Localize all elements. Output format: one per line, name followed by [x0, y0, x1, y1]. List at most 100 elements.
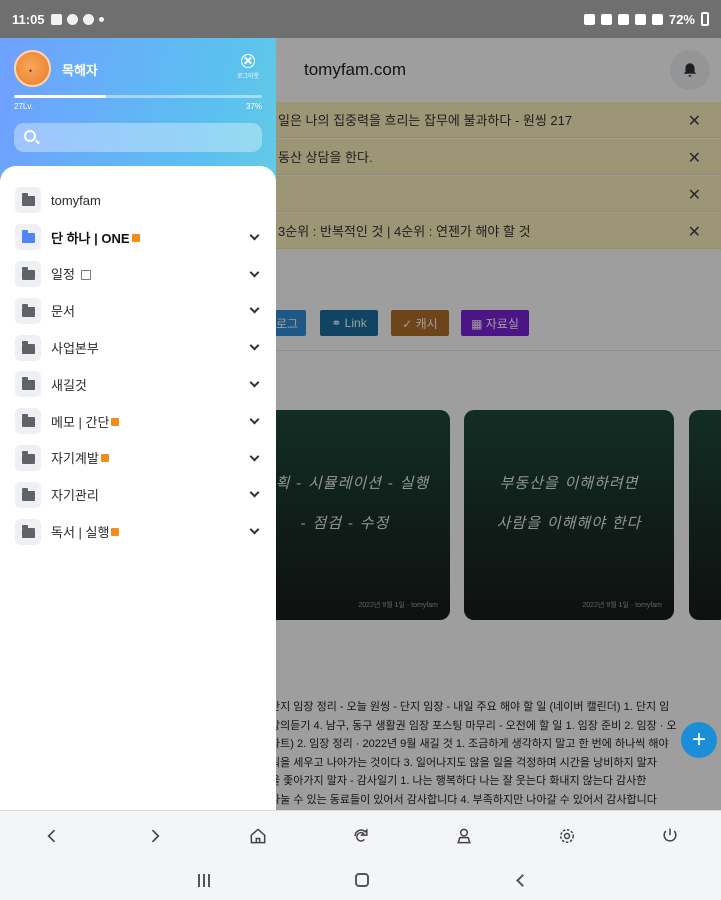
notice-close-button[interactable]: ✕	[688, 111, 701, 131]
drawer-menu-label: 새길것	[51, 375, 87, 394]
folder-icon	[21, 524, 35, 538]
folder-icon	[21, 303, 35, 317]
notice-close-button[interactable]: ✕	[688, 222, 701, 242]
recents-button[interactable]	[194, 870, 214, 890]
settings-icon	[560, 829, 574, 843]
drawer-menu-label: 단 하나 | ONE	[51, 228, 140, 247]
back-icon	[515, 873, 529, 887]
more-dot-icon	[98, 16, 104, 22]
drawer-menu-item[interactable]: 자기계발	[0, 440, 276, 477]
folder-icon-box	[15, 334, 41, 361]
battery-icon	[701, 12, 709, 26]
drawer-menu-text: 문서	[51, 304, 75, 320]
signal-icon	[651, 13, 663, 25]
back-button[interactable]	[40, 824, 64, 848]
chevron-down-icon[interactable]	[249, 267, 260, 278]
drawer-menu-label: 자기계발	[51, 448, 109, 467]
power-button[interactable]	[658, 824, 682, 848]
quote-card-partial[interactable]	[689, 410, 721, 620]
chevron-down-icon[interactable]	[249, 230, 260, 241]
profile-button[interactable]	[452, 824, 476, 848]
mute-icon	[617, 13, 629, 25]
settings-button[interactable]	[555, 824, 579, 848]
post-line: 워을 세우고 나아가는 것이다 3. 일어나지도 않을 일을 걱정하며 시간을 …	[270, 756, 657, 769]
chevron-down-icon[interactable]	[249, 524, 260, 535]
site-title[interactable]: tomyfam.com	[304, 60, 406, 80]
drawer-menu-text: 자기계발	[51, 451, 99, 467]
tag-button-link[interactable]: ⚭ Link	[320, 310, 378, 336]
notice-text: 동산 상담을 한다.	[278, 150, 373, 165]
folder-icon	[21, 340, 35, 354]
system-home-button[interactable]	[352, 870, 372, 890]
logout-button[interactable]: 로그아웃	[230, 54, 266, 80]
drawer-menu-item[interactable]: 독서 | 실행	[0, 513, 276, 550]
status-time: 11:05	[12, 11, 45, 27]
back-icon	[47, 829, 56, 843]
folder-icon-box	[15, 481, 41, 508]
refresh-button[interactable]	[349, 824, 373, 848]
search-input[interactable]	[14, 123, 262, 152]
card-footer: 2022년 9월 1일 · tomyfam	[582, 602, 662, 609]
external-link-icon[interactable]	[80, 270, 91, 281]
quote-card[interactable]: 부동산을 이해하려면 사람을 이해해야 한다 2022년 9월 1일 · tom…	[464, 410, 674, 620]
username: 목해자	[62, 63, 98, 78]
folder-icon	[21, 230, 35, 244]
battery-percent: 72%	[668, 11, 695, 27]
alarm-icon	[583, 13, 595, 25]
post-line: 강의듣기 4. 남구, 동구 생활권 임장 포스팅 마무리 - 오전에 할 일 …	[270, 719, 677, 732]
drawer-menu-item[interactable]: 사업본부	[0, 329, 276, 366]
drawer-menu-item[interactable]: 자기관리	[0, 476, 276, 513]
add-button[interactable]: +	[681, 722, 717, 758]
search-icon	[24, 130, 36, 142]
app-bottom-bar	[0, 810, 721, 860]
new-badge-icon	[111, 417, 120, 426]
drawer-menu-item[interactable]: 메모 | 간단	[0, 403, 276, 440]
side-drawer: ✦ 목해자 로그아웃 27Lv. 37% tomyfam 단 하나 | ONE 일정…	[0, 38, 276, 810]
drawer-menu-item[interactable]: tomyfam	[0, 182, 276, 219]
new-badge-icon	[100, 454, 109, 463]
drawer-menu-text: 메모 | 간단	[51, 414, 110, 430]
status-bar: 11:05 72%	[0, 0, 721, 38]
notification-icon	[66, 13, 78, 25]
home-button[interactable]	[246, 824, 270, 848]
drawer-menu-text: tomyfam	[51, 192, 101, 208]
refresh-icon	[354, 828, 368, 842]
forward-button[interactable]	[143, 824, 167, 848]
logout-label: 로그아웃	[236, 74, 260, 80]
chevron-down-icon[interactable]	[249, 303, 260, 314]
drawer-menu-item[interactable]: 문서	[0, 292, 276, 329]
drawer-menu-item[interactable]: 단 하나 | ONE	[0, 219, 276, 256]
home-icon	[355, 873, 369, 887]
drawer-menu-item[interactable]: 일정	[0, 256, 276, 293]
chevron-down-icon[interactable]	[249, 414, 260, 425]
notice-text: 일은 나의 집중력을 흐리는 잡무에 불과하다 - 원씽 217	[278, 113, 573, 128]
tag-button-library[interactable]: ▦ 자료실	[461, 310, 529, 336]
chevron-down-icon[interactable]	[249, 451, 260, 462]
folder-icon	[21, 193, 35, 207]
folder-icon-box	[15, 444, 41, 471]
level-percent: 37%	[245, 102, 262, 111]
folder-icon	[21, 377, 35, 391]
post-line: 파트) 2. 임장 정리 · 2022년 9월 새길 것 1. 조금하게 생각하…	[270, 738, 669, 750]
card-line-1: 부동산을 이해하려면	[499, 474, 639, 492]
notice-close-button[interactable]: ✕	[688, 185, 701, 205]
tag-button-cash[interactable]: ✓ 캐시	[391, 310, 449, 336]
chat-icon	[82, 13, 94, 25]
drawer-menu: tomyfam 단 하나 | ONE 일정문서사업본부새길것메모 | 간단자기계발자…	[0, 166, 276, 810]
avatar[interactable]: ✦	[14, 50, 51, 87]
chevron-down-icon[interactable]	[249, 340, 260, 351]
notification-button[interactable]	[670, 50, 710, 90]
power-icon	[663, 828, 677, 842]
chevron-down-icon[interactable]	[249, 377, 260, 388]
folder-icon	[21, 487, 35, 501]
post-line: 을 좇아가지 말자 - 감사일기 1. 나는 행복하다 나는 잘 웃는다 화내지…	[270, 775, 647, 787]
system-back-button[interactable]	[512, 870, 532, 890]
post-line: 단지 임장 정리 - 오늘 원씽 - 단지 임장 - 내일 주요 해야 할 일 …	[270, 701, 670, 713]
bell-icon	[684, 63, 696, 77]
notice-close-button[interactable]: ✕	[688, 148, 701, 168]
drawer-menu-label: 자기관리	[51, 485, 99, 504]
chevron-down-icon[interactable]	[249, 487, 260, 498]
drawer-menu-text: 자기관리	[51, 488, 99, 504]
drawer-menu-item[interactable]: 새길것	[0, 366, 276, 403]
folder-icon	[21, 266, 35, 280]
